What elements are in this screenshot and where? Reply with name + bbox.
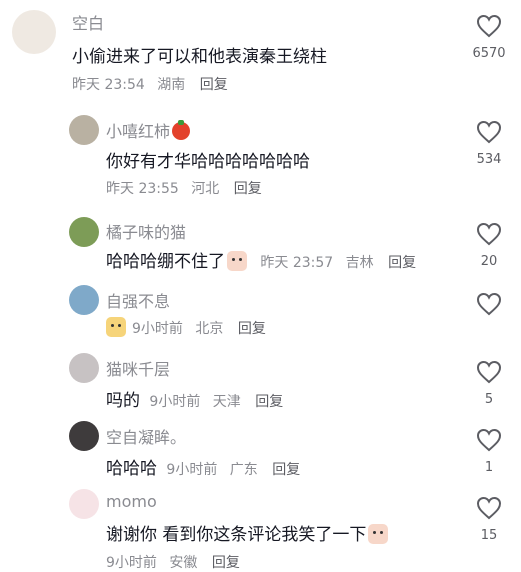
comment-text: 吗的 9小时前 天津 回复 [106,386,283,411]
like-button[interactable]: 15 [469,496,509,543]
avatar[interactable] [69,217,99,247]
comment-meta: 9小时前 安徽 回复 [106,552,240,572]
heart-outline-icon [476,120,502,144]
like-count: 5 [484,392,494,407]
avatar[interactable] [69,285,99,315]
avatar[interactable] [69,489,99,519]
comment-item: 自强不息 9小时前 北京 回复 [0,282,521,348]
comment-location: 安徽 [169,555,198,571]
heart-outline-icon [476,496,502,520]
like-button[interactable]: 5 [469,360,509,407]
heart-outline-icon [476,428,502,452]
comment-meta: 9小时前 广东 回复 [166,462,300,478]
like-button[interactable]: 1 [469,428,509,475]
comment-time: 昨天 23:57 [260,255,334,271]
comment-item: 猫咪千层 吗的 9小时前 天津 回复 5 [0,350,521,420]
like-button[interactable]: 6570 [469,14,509,61]
comment-username[interactable]: 小嘻红柿 [106,118,191,142]
avatar[interactable] [69,353,99,383]
comment-time: 9小时前 [166,462,218,478]
avatar[interactable] [69,421,99,451]
comment-meta: 9小时前 北京 回复 [106,317,266,338]
heart-outline-icon [476,14,502,38]
comment-username[interactable]: 自强不息 [106,288,170,312]
comment-text-content: 谢谢你 看到你这条评论我笑了一下 [106,525,367,545]
comment-item: momo 谢谢你 看到你这条评论我笑了一下 9小时前 安徽 回复 15 [0,486,521,571]
comment-text-content: 哈哈哈 [106,459,157,479]
like-count: 20 [480,254,498,269]
comment-username[interactable]: 空白 [72,10,104,34]
reply-button[interactable]: 回复 [212,555,240,571]
comment-time: 昨天 23:55 [106,181,179,197]
comment-location: 湖南 [157,77,186,93]
sticker-emoji-icon [227,251,247,271]
like-count: 6570 [472,46,506,61]
comment-meta: 昨天 23:55 河北 回复 [106,178,262,198]
reply-button[interactable]: 回复 [200,77,228,93]
comment-time: 昨天 23:54 [72,77,145,93]
tomato-emoji-icon [172,120,191,140]
reply-button[interactable]: 回复 [272,462,300,478]
comment-text: 谢谢你 看到你这条评论我笑了一下 [106,520,390,545]
comment-item: 空白 小偷进来了可以和他表演秦王绕柱 昨天 23:54 湖南 回复 6570 [0,0,521,100]
reply-button[interactable]: 回复 [388,255,416,271]
heart-outline-icon [476,222,502,246]
comment-username[interactable]: 猫咪千层 [106,356,170,380]
avatar[interactable] [69,115,99,145]
comment-location: 吉林 [345,255,374,271]
comment-username[interactable]: 橘子味的猫 [106,219,186,243]
comment-username-text: 小嘻红柿 [106,122,171,141]
sticker-emoji-icon [106,317,126,337]
comment-item: 橘子味的猫 哈哈哈绷不住了 昨天 23:57 吉林 回复 20 [0,212,521,282]
comment-item: 空自凝眸。 哈哈哈 9小时前 广东 回复 1 [0,418,521,488]
like-button[interactable]: 20 [469,222,509,269]
comment-item: 小嘻红柿 你好有才华哈哈哈哈哈哈哈 昨天 23:55 河北 回复 534 [0,110,521,200]
comment-meta: 昨天 23:57 吉林 回复 [260,255,416,271]
comment-text: 小偷进来了可以和他表演秦王绕柱 [72,47,327,67]
like-count: 15 [480,528,498,543]
comment-text: 哈哈哈 9小时前 广东 回复 [106,454,300,479]
comment-text: 哈哈哈绷不住了 昨天 23:57 吉林 回复 [106,247,416,272]
comment-location: 天津 [212,394,241,410]
comment-meta: 9小时前 天津 回复 [149,394,283,410]
reply-button[interactable]: 回复 [238,321,266,337]
reply-button[interactable]: 回复 [234,181,262,197]
comment-location: 河北 [191,181,220,197]
comment-username[interactable]: momo [106,492,157,511]
like-button[interactable]: 534 [469,120,509,167]
comment-time: 9小时前 [106,555,157,571]
heart-outline-icon [476,292,502,316]
comment-text-content: 哈哈哈绷不住了 [106,252,225,272]
comment-text-content: 吗的 [106,391,140,411]
comment-location: 广东 [229,462,258,478]
like-count: 1 [484,460,494,475]
like-button[interactable] [469,292,509,316]
reply-button[interactable]: 回复 [255,394,283,410]
like-count: 534 [476,152,502,167]
comment-text: 你好有才华哈哈哈哈哈哈哈 [106,152,310,172]
comment-username[interactable]: 空自凝眸。 [106,424,186,448]
avatar[interactable] [12,10,56,54]
heart-outline-icon [476,360,502,384]
comment-meta: 昨天 23:54 湖南 回复 [72,74,228,94]
sticker-emoji-icon [368,524,389,544]
comment-location: 北京 [195,321,224,337]
comment-time: 9小时前 [149,394,201,410]
comment-time: 9小时前 [132,321,183,337]
